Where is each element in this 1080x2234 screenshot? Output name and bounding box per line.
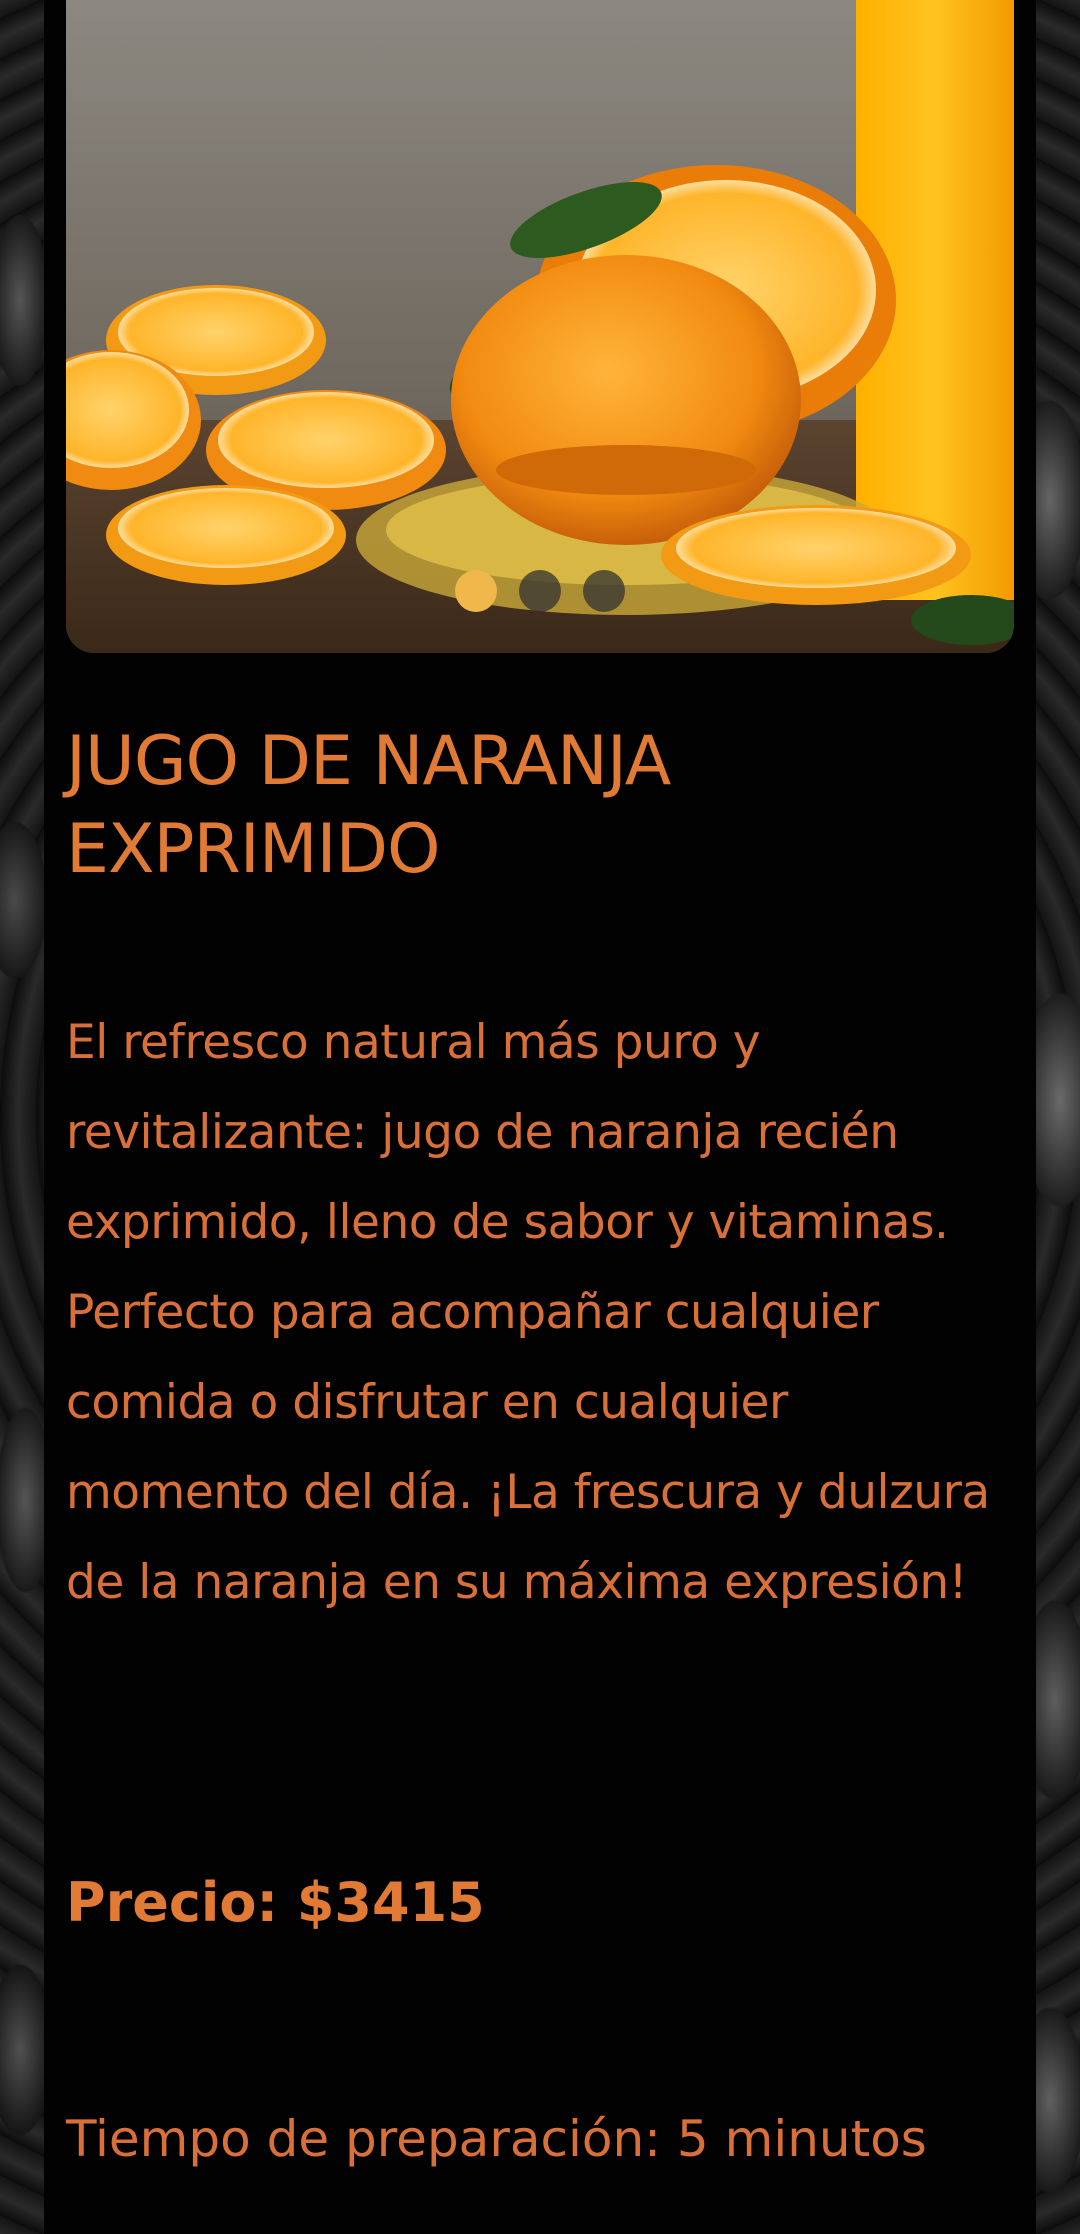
- product-price: Precio: $3415: [66, 1871, 485, 1934]
- product-description: El refresco natural más puro y revitaliz…: [66, 1015, 990, 1610]
- preparation-time: Tiempo de preparación: 5 minutos: [66, 2110, 927, 2168]
- carousel-dot-2[interactable]: [519, 570, 561, 612]
- carousel-dot-3[interactable]: [583, 570, 625, 612]
- orange-juice-photo: [66, 0, 1014, 653]
- carousel-dot-1[interactable]: [455, 570, 497, 612]
- carousel-indicators: [66, 570, 1014, 612]
- product-image-carousel[interactable]: [66, 0, 1014, 653]
- product-title: JUGO DE NARANJA EXPRIMIDO: [66, 722, 671, 889]
